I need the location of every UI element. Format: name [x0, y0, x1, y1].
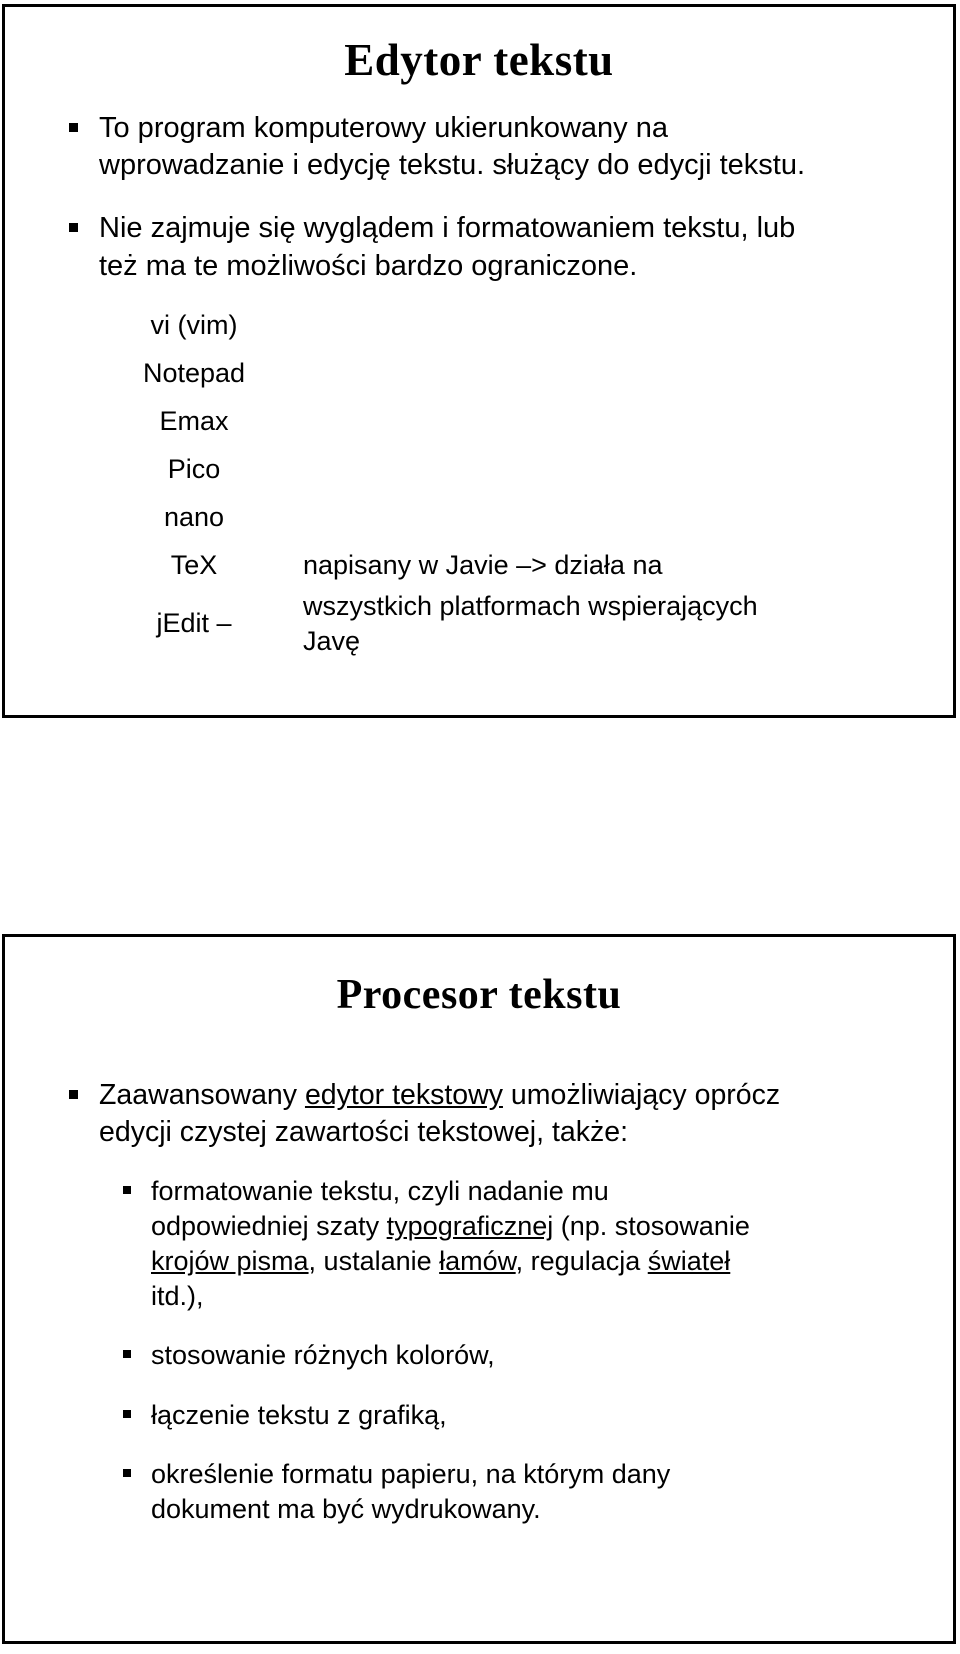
underlined-term-krojow-pisma: krojów pisma [151, 1246, 309, 1277]
text-fragment: umożliwiający oprócz [502, 1079, 781, 1112]
editor-row: Emax [85, 397, 907, 445]
underlined-term-typograficznej: typograficznej [386, 1211, 554, 1242]
sub-bullet-line: dokument ma być wydrukowany. [151, 1493, 541, 1524]
slide1-body: To program komputerowy ukierunkowany na … [5, 110, 953, 658]
underlined-term-swiatel: świateł [647, 1246, 731, 1277]
editor-name: nano [163, 501, 225, 532]
slide2-title: Procesor tekstu [336, 972, 622, 1018]
sub-bullet-list: formatowanie tekstu, czyli nadanie mu od… [51, 1174, 907, 1527]
editor-note [303, 445, 907, 493]
editor-name: vi (vim) [150, 309, 238, 340]
text-fragment: odpowiedniej szaty [151, 1211, 387, 1242]
bullet-line: wprowadzanie i edycję tekstu. służący do… [99, 149, 806, 182]
editor-row: nano [85, 493, 907, 541]
editor-row: Pico [85, 445, 907, 493]
editor-row: Notepad [85, 349, 907, 397]
bullet-item: To program komputerowy ukierunkowany na … [51, 110, 907, 184]
slide-procesor-tekstu: Procesor tekstu Zaawansowany edytor teks… [2, 934, 956, 1644]
square-bullet-icon [123, 1409, 131, 1418]
sub-bullet-line: itd.), [151, 1281, 204, 1312]
underlined-term-lamow: łamów [439, 1246, 516, 1277]
sub-bullet-line: formatowanie tekstu, czyli nadanie mu [151, 1176, 609, 1207]
sub-bullet-line: określenie formatu papieru, na którym da… [151, 1458, 671, 1489]
sub-bullet-item-grafika: łączenie tekstu z grafiką, [111, 1398, 907, 1433]
editor-list-block: vi (vim) Notepad Emax Pico nano TeX napi… [51, 301, 907, 658]
square-bullet-icon [69, 1090, 78, 1100]
editor-note: wszystkich platformach wspierających Jav… [303, 589, 907, 658]
slide1-title: Edytor tekstu [344, 35, 614, 85]
bullet-line: też ma te możliwości bardzo ograniczone. [99, 249, 638, 282]
editor-name: Emax [159, 405, 229, 436]
bullet-line: Nie zajmuje się wyglądem i formatowaniem… [99, 212, 796, 245]
editor-note-line: wszystkich platformach wspierających [303, 590, 758, 621]
text-fragment: , regulacja [515, 1246, 648, 1277]
underlined-term-edytor-tekstowy: edytor tekstowy [304, 1079, 503, 1112]
editor-name: jEdit – [156, 608, 232, 639]
square-bullet-icon [123, 1468, 131, 1477]
sub-bullet-line: stosowanie różnych kolorów, [151, 1340, 495, 1371]
slide2-body: Zaawansowany edytor tekstowy umożliwiają… [5, 1077, 953, 1527]
editor-name: Notepad [142, 357, 246, 388]
square-bullet-icon [69, 123, 78, 133]
sub-bullet-item-kolory: stosowanie różnych kolorów, [111, 1338, 907, 1373]
slide-editor-tekstu: Edytor tekstu To program komputerowy uki… [2, 4, 956, 718]
editor-note [303, 493, 907, 541]
sub-bullet-item-formatowanie: formatowanie tekstu, czyli nadanie mu od… [111, 1174, 907, 1314]
bullet-line: edycji czystej zawartości tekstowej, tak… [99, 1115, 629, 1148]
editor-note [303, 349, 907, 397]
editor-note [303, 301, 907, 349]
text-fragment: Zaawansowany [99, 1079, 305, 1112]
bullet-line: Zaawansowany edytor tekstowy umożliwiają… [99, 1077, 907, 1113]
text-fragment: , ustalanie [308, 1246, 440, 1277]
editor-note-line: Javę [303, 625, 361, 656]
bullet-line: To program komputerowy ukierunkowany na [99, 112, 668, 145]
editor-row: TeX napisany w Javie –> działa na [85, 541, 907, 589]
square-bullet-icon [69, 223, 78, 233]
editor-name: Pico [167, 453, 221, 484]
sub-bullet-line: odpowiedniej szaty typograficznej (np. s… [151, 1209, 907, 1244]
presentation-page: Edytor tekstu To program komputerowy uki… [0, 0, 960, 1654]
square-bullet-icon [123, 1350, 131, 1359]
sub-bullet-line: łączenie tekstu z grafiką, [151, 1399, 447, 1430]
editor-note [303, 397, 907, 445]
text-fragment: (np. stosowanie [553, 1211, 750, 1242]
bullet-item: Zaawansowany edytor tekstowy umożliwiają… [51, 1077, 907, 1150]
sub-bullet-line: krojów pisma, ustalanie łamów, regulacja… [151, 1244, 907, 1279]
editor-name: TeX [170, 549, 218, 580]
bullet-item: Nie zajmuje się wyglądem i formatowaniem… [51, 210, 907, 284]
sub-bullet-item-papier: określenie formatu papieru, na którym da… [111, 1457, 907, 1527]
editor-list-table: vi (vim) Notepad Emax Pico nano TeX napi… [85, 301, 907, 658]
editor-note-line: napisany w Javie –> działa na [303, 549, 663, 580]
square-bullet-icon [123, 1186, 131, 1195]
editor-row: vi (vim) [85, 301, 907, 349]
editor-note: napisany w Javie –> działa na [303, 541, 907, 589]
editor-row: jEdit – wszystkich platformach wspierają… [85, 589, 907, 658]
